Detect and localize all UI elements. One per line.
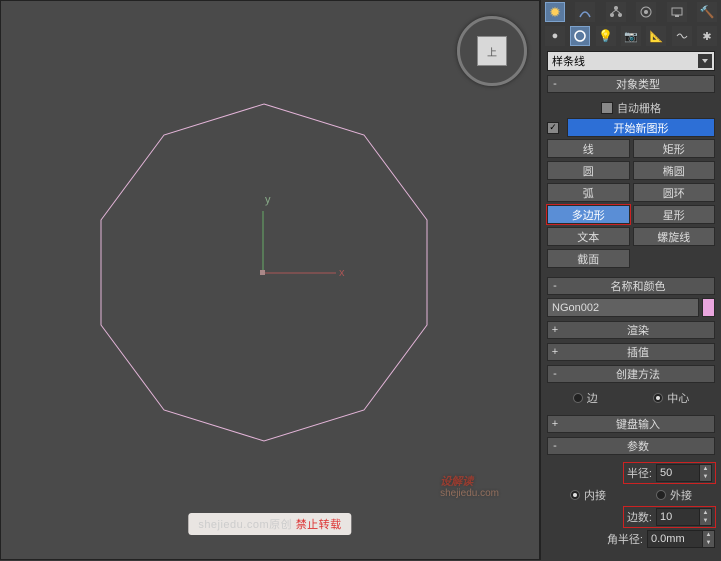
startnewshape-checkbox[interactable] <box>547 122 559 134</box>
axis-x-label: x <box>339 267 345 279</box>
panel-tabs-row2: ● 💡 📷 📐 ✱ <box>541 24 721 48</box>
motion-tab[interactable] <box>636 2 656 22</box>
rectangle-button[interactable]: 矩形 <box>633 139 716 158</box>
sides-spinner[interactable]: ▲▼ <box>656 508 712 526</box>
donut-button[interactable]: 圆环 <box>633 183 716 202</box>
create-tab[interactable]: ✹ <box>545 2 565 22</box>
hierarchy-tab[interactable] <box>606 2 626 22</box>
collapse-icon: - <box>548 280 562 292</box>
viewcube-face-top[interactable]: 上 <box>477 36 507 66</box>
display-tab[interactable] <box>667 2 687 22</box>
spinner-down-icon[interactable]: ▼ <box>703 539 714 547</box>
circle-button[interactable]: 圆 <box>547 161 630 180</box>
collapse-icon: - <box>548 78 562 90</box>
spacewarps-icon[interactable] <box>672 26 692 46</box>
cameras-icon[interactable]: 📷 <box>621 26 641 46</box>
rollout-creation-method[interactable]: - 创建方法 <box>547 365 715 383</box>
center-radio[interactable] <box>653 393 663 403</box>
inscribed-label: 内接 <box>584 487 606 503</box>
viewport[interactable]: y x 上 设解读 shejiedu.com shejiedu.com原创 禁止… <box>0 0 540 560</box>
radius-label: 半径: <box>627 465 652 481</box>
watermark-bar: shejiedu.com原创 禁止转载 <box>188 513 351 535</box>
expand-icon: + <box>548 346 562 358</box>
startnewshape-button[interactable]: 开始新图形 <box>567 118 715 137</box>
command-panel: ✹ 🔨 ● 💡 📷 📐 ✱ 样条线 - 对象类型 自动栅格 开始新图形 <box>540 0 721 560</box>
watermark-logo: 设解读 shejiedu.com <box>440 460 499 499</box>
helix-button[interactable]: 螺旋线 <box>633 227 716 246</box>
systems-icon[interactable]: ✱ <box>697 26 717 46</box>
rollout-name-color[interactable]: - 名称和颜色 <box>547 277 715 295</box>
circumscribed-label: 外接 <box>670 487 692 503</box>
sides-input[interactable] <box>656 508 700 526</box>
ellipse-button[interactable]: 椭圆 <box>633 161 716 180</box>
expand-icon: + <box>548 418 562 430</box>
section-button[interactable]: 截面 <box>547 249 630 268</box>
sides-label: 边数: <box>627 509 652 525</box>
rollout-interpolation[interactable]: + 插值 <box>547 343 715 361</box>
autogrid-label: 自动栅格 <box>617 100 661 116</box>
corner-radius-label: 角半径: <box>607 531 643 547</box>
collapse-icon: - <box>548 440 562 452</box>
object-type-body: 自动栅格 开始新图形 线 矩形 圆 椭圆 弧 圆环 多边形 星形 文本 螺旋线 … <box>547 95 715 273</box>
panel-tabs-row1: ✹ 🔨 <box>541 0 721 24</box>
geometry-icon[interactable]: ● <box>545 26 565 46</box>
object-name-input[interactable] <box>547 298 699 317</box>
axis-y-label: y <box>265 194 271 206</box>
modify-tab[interactable] <box>575 2 595 22</box>
corner-radius-input[interactable] <box>647 530 703 548</box>
color-swatch[interactable] <box>702 298 715 317</box>
autogrid-checkbox[interactable] <box>601 102 613 114</box>
center-label: 中心 <box>667 390 689 406</box>
spinner-up-icon[interactable]: ▲ <box>700 509 711 517</box>
circumscribed-radio[interactable] <box>656 490 666 500</box>
star-button[interactable]: 星形 <box>633 205 716 224</box>
expand-icon: + <box>548 324 562 336</box>
spinner-up-icon[interactable]: ▲ <box>703 531 714 539</box>
spinner-down-icon[interactable]: ▼ <box>700 517 711 525</box>
rollout-render[interactable]: + 渲染 <box>547 321 715 339</box>
rollout-object-type[interactable]: - 对象类型 <box>547 75 715 93</box>
text-button[interactable]: 文本 <box>547 227 630 246</box>
spinner-down-icon[interactable]: ▼ <box>700 473 711 481</box>
shape-category-dropdown[interactable]: 样条线 <box>547 51 715 71</box>
collapse-icon: - <box>548 368 562 380</box>
edge-radio[interactable] <box>573 393 583 403</box>
rollout-parameters[interactable]: - 参数 <box>547 437 715 455</box>
corner-radius-spinner[interactable]: ▲▼ <box>647 530 715 548</box>
spinner-up-icon[interactable]: ▲ <box>700 465 711 473</box>
radius-spinner[interactable]: ▲▼ <box>656 464 712 482</box>
axis-origin <box>260 270 265 275</box>
rollout-keyboard-entry[interactable]: + 键盘输入 <box>547 415 715 433</box>
edge-label: 边 <box>587 390 598 406</box>
utilities-tab[interactable]: 🔨 <box>697 2 717 22</box>
lights-icon[interactable]: 💡 <box>596 26 616 46</box>
shapes-icon[interactable] <box>570 26 590 46</box>
helpers-icon[interactable]: 📐 <box>646 26 666 46</box>
dropdown-arrow-icon <box>698 54 712 68</box>
ngon-button[interactable]: 多边形 <box>547 205 630 224</box>
arc-button[interactable]: 弧 <box>547 183 630 202</box>
dropdown-value: 样条线 <box>552 53 585 69</box>
line-button[interactable]: 线 <box>547 139 630 158</box>
viewcube[interactable]: 上 <box>457 16 527 86</box>
radius-input[interactable] <box>656 464 700 482</box>
inscribed-radio[interactable] <box>570 490 580 500</box>
